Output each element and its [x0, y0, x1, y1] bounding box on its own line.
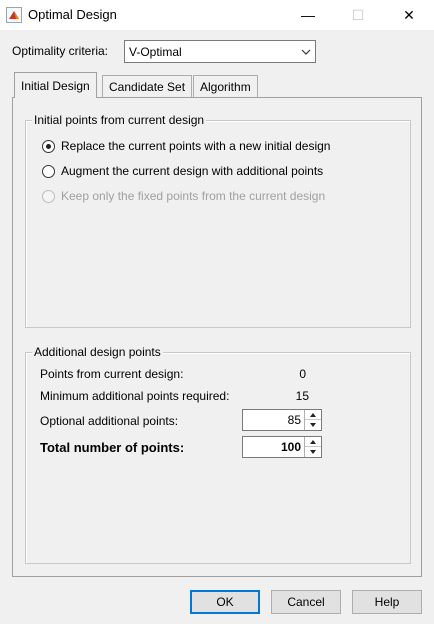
ok-button[interactable]: OK: [190, 590, 260, 614]
total-points-label: Total number of points:: [40, 440, 185, 455]
initial-points-group: Initial points from current design Repla…: [25, 113, 411, 328]
matlab-icon: [6, 7, 22, 23]
tab-label: Algorithm: [200, 79, 251, 94]
radio-button: [42, 189, 55, 203]
optional-additional-label: Optional additional points:: [40, 414, 179, 428]
radio-replace-points[interactable]: Replace the current points with a new in…: [42, 139, 330, 153]
points-from-current-label: Points from current design:: [40, 367, 184, 381]
optional-points-value[interactable]: 85: [288, 413, 301, 427]
cancel-button[interactable]: Cancel: [271, 590, 341, 614]
min-additional-value: 15: [295, 389, 309, 403]
spin-down-icon[interactable]: [305, 420, 321, 430]
tab-label: Candidate Set: [109, 79, 186, 94]
additional-points-group: Additional design points Points from cur…: [25, 345, 411, 564]
radio-label: Augment the current design with addition…: [61, 164, 324, 178]
tab-algorithm[interactable]: Algorithm: [193, 75, 258, 97]
radio-keep-fixed-points: Keep only the fixed points from the curr…: [42, 189, 325, 203]
criteria-label: Optimality criteria:: [12, 44, 109, 58]
maximize-button: ☐: [351, 6, 365, 23]
radio-button[interactable]: [42, 139, 55, 153]
min-additional-label: Minimum additional points required:: [40, 389, 230, 403]
radio-label: Replace the current points with a new in…: [61, 139, 331, 153]
title-bar: Optimal Design — ☐ ✕: [0, 0, 434, 30]
radio-button[interactable]: [42, 164, 55, 178]
spin-down-icon[interactable]: [305, 447, 321, 457]
points-from-current-value: 0: [299, 367, 306, 381]
radio-label: Keep only the fixed points from the curr…: [61, 189, 326, 203]
minimize-button[interactable]: —: [285, 0, 331, 30]
criteria-dropdown[interactable]: V-Optimal: [124, 40, 316, 63]
window-title: Optimal Design: [28, 7, 117, 22]
tab-candidate-set[interactable]: Candidate Set: [102, 75, 193, 97]
optional-points-spinner[interactable]: 85: [242, 409, 322, 431]
help-button[interactable]: Help: [352, 590, 422, 614]
total-points-spinner[interactable]: 100: [242, 436, 322, 458]
radio-augment-points[interactable]: Augment the current design with addition…: [42, 164, 323, 178]
total-points-value[interactable]: 100: [281, 440, 301, 454]
tab-label: Initial Design: [21, 78, 90, 93]
tab-panel: Initial points from current design Repla…: [12, 97, 422, 577]
close-button[interactable]: ✕: [386, 0, 432, 30]
spinner-buttons[interactable]: [304, 437, 321, 457]
spin-up-icon[interactable]: [305, 410, 321, 420]
tab-initial-design[interactable]: Initial Design: [14, 72, 97, 98]
chevron-down-icon[interactable]: [297, 41, 315, 62]
spin-up-icon[interactable]: [305, 437, 321, 447]
group-title: Initial points from current design: [32, 113, 207, 127]
group-title: Additional design points: [32, 345, 163, 359]
criteria-value: V-Optimal: [129, 45, 182, 59]
spinner-buttons[interactable]: [304, 410, 321, 430]
